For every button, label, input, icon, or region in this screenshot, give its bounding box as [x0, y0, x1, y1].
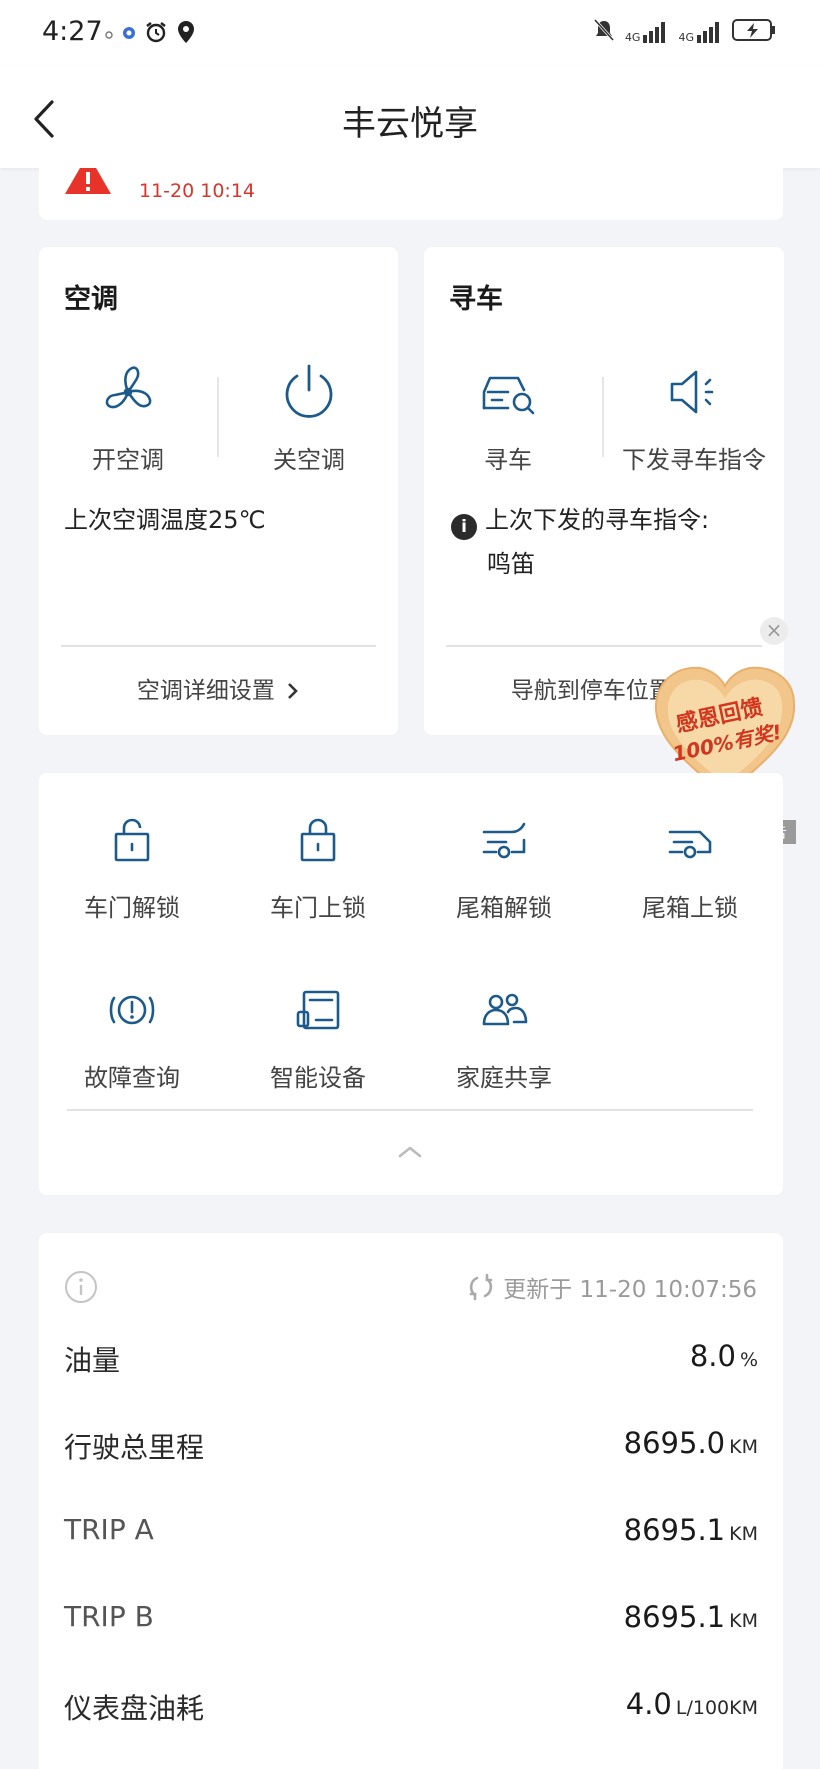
stat-unit: KM [729, 1610, 758, 1632]
smart-device-label: 智能设备 [270, 1064, 366, 1092]
ac-settings-label: 空调详细设置 [136, 678, 275, 704]
family-share-label: 家庭共享 [456, 1064, 552, 1092]
stat-label: TRIP A [64, 1513, 154, 1546]
find-car-title: 寻车 [449, 284, 503, 315]
last-cmd-label: 上次下发的寻车指令: [485, 506, 710, 534]
lock-icon [300, 818, 336, 862]
alert-card[interactable]: 11-20 10:14 [39, 168, 783, 220]
smart-device-icon [296, 990, 340, 1030]
controls-card: 车门解锁 车门上锁 尾箱解锁 尾箱上锁 故障查询 智能设备 家庭共享 [39, 773, 783, 1195]
send-find-command-button[interactable]: 下发寻车指令 [609, 362, 779, 475]
find-car-label: 寻车 [484, 446, 532, 474]
mute-icon [593, 18, 615, 46]
alert-time: 11-20 10:14 [139, 180, 256, 202]
car-search-icon [482, 376, 535, 415]
stat-row: 仪表盘油耗 4.0 L/100KM [64, 1687, 758, 1727]
signal-2-icon: 4G [678, 21, 722, 43]
ac-on-button[interactable]: 开空调 [43, 362, 213, 475]
trunk-lock-button[interactable]: 尾箱上锁 [597, 818, 783, 923]
page-title: 丰云悦享 [342, 104, 478, 144]
door-lock-button[interactable]: 车门上锁 [225, 818, 411, 923]
status-bar: 4:27 4G 4G [0, 0, 820, 66]
stat-unit: KM [729, 1523, 758, 1545]
family-share-icon [482, 993, 528, 1026]
stat-row: TRIP A 8695.1 KM [64, 1513, 758, 1553]
warning-icon [65, 168, 111, 194]
location-icon [176, 20, 196, 48]
alarm-icon [144, 20, 168, 48]
divider [446, 645, 762, 647]
trunk-unlock-icon [482, 822, 526, 859]
fault-query-label: 故障查询 [84, 1064, 180, 1092]
ac-title: 空调 [64, 284, 118, 315]
stat-label: 油量 [64, 1344, 121, 1377]
find-car-last-cmd: i 上次下发的寻车指令: [451, 498, 709, 542]
app-header: 丰云悦享 [0, 66, 820, 168]
fault-query-button[interactable]: 故障查询 [39, 988, 225, 1093]
info-outline-icon[interactable] [64, 1270, 98, 1304]
app-notification-icon [122, 25, 136, 44]
status-time: 4:27 [42, 16, 103, 47]
vehicle-stats-card: 更新于 11-20 10:07:56 油量 8.0% 行驶总里程 8695.0 K… [39, 1233, 783, 1769]
ac-card: 空调 开空调 关空调 上次空调温度25℃ 空调详细设置 [39, 247, 398, 735]
trunk-lock-label: 尾箱上锁 [642, 894, 738, 922]
ad-close-button[interactable]: × [760, 617, 788, 645]
stat-row: 油量 8.0% [64, 1339, 758, 1379]
divider [67, 1109, 753, 1111]
battery-icon [732, 18, 776, 46]
stat-label: 行驶总里程 [64, 1431, 205, 1464]
stat-value: 4.0 L/100KM [625, 1687, 758, 1721]
door-unlock-label: 车门解锁 [84, 894, 180, 922]
refresh-icon [469, 1273, 493, 1301]
ac-last-temp: 上次空调温度25℃ [64, 506, 266, 534]
stat-unit: L/100KM [675, 1697, 758, 1719]
info-icon: i [451, 514, 477, 540]
ac-off-label: 关空调 [273, 446, 345, 474]
speaker-icon [670, 370, 714, 414]
signal-1-icon: 4G [625, 21, 669, 43]
send-find-command-label: 下发寻车指令 [622, 446, 766, 474]
navigate-label: 导航到停车位置 [510, 678, 672, 704]
chevron-right-icon [288, 683, 298, 699]
door-unlock-button[interactable]: 车门解锁 [39, 818, 225, 923]
stat-unit: KM [729, 1436, 758, 1458]
fault-icon [109, 995, 155, 1025]
updated-time: 更新于 11-20 10:07:56 [503, 1277, 757, 1303]
divider [61, 645, 376, 647]
divider [217, 377, 219, 457]
stat-label: 仪表盘油耗 [64, 1692, 205, 1725]
unlock-icon [114, 818, 150, 862]
door-lock-label: 车门上锁 [270, 894, 366, 922]
stat-value: 8695.1 KM [623, 1513, 758, 1547]
stat-value: 8.0% [689, 1339, 758, 1373]
last-cmd-value: 鸣笛 [487, 550, 535, 578]
stat-unit: % [739, 1349, 758, 1371]
fan-icon [105, 366, 152, 409]
stat-row: TRIP B 8695.1 KM [64, 1600, 758, 1640]
trunk-unlock-label: 尾箱解锁 [456, 894, 552, 922]
smart-device-button[interactable]: 智能设备 [225, 988, 411, 1093]
trunk-unlock-button[interactable]: 尾箱解锁 [411, 818, 597, 923]
trunk-lock-icon [668, 830, 712, 859]
stat-row: 行驶总里程 8695.0 KM [64, 1426, 758, 1466]
ac-on-label: 开空调 [92, 446, 164, 474]
stat-value: 8695.0 KM [623, 1426, 758, 1460]
stat-value: 8695.1 KM [623, 1600, 758, 1634]
power-icon [285, 364, 333, 418]
stat-label: TRIP B [64, 1600, 154, 1633]
ac-settings-link[interactable]: 空调详细设置 [39, 671, 398, 705]
ac-off-button[interactable]: 关空调 [224, 362, 394, 475]
find-car-button[interactable]: 寻车 [423, 362, 593, 475]
family-share-button[interactable]: 家庭共享 [411, 988, 597, 1093]
chevron-up-icon[interactable] [395, 1141, 425, 1161]
divider [602, 377, 604, 457]
cloud-icon [104, 25, 114, 44]
refresh-button[interactable]: 更新于 11-20 10:07:56 [467, 1270, 757, 1304]
